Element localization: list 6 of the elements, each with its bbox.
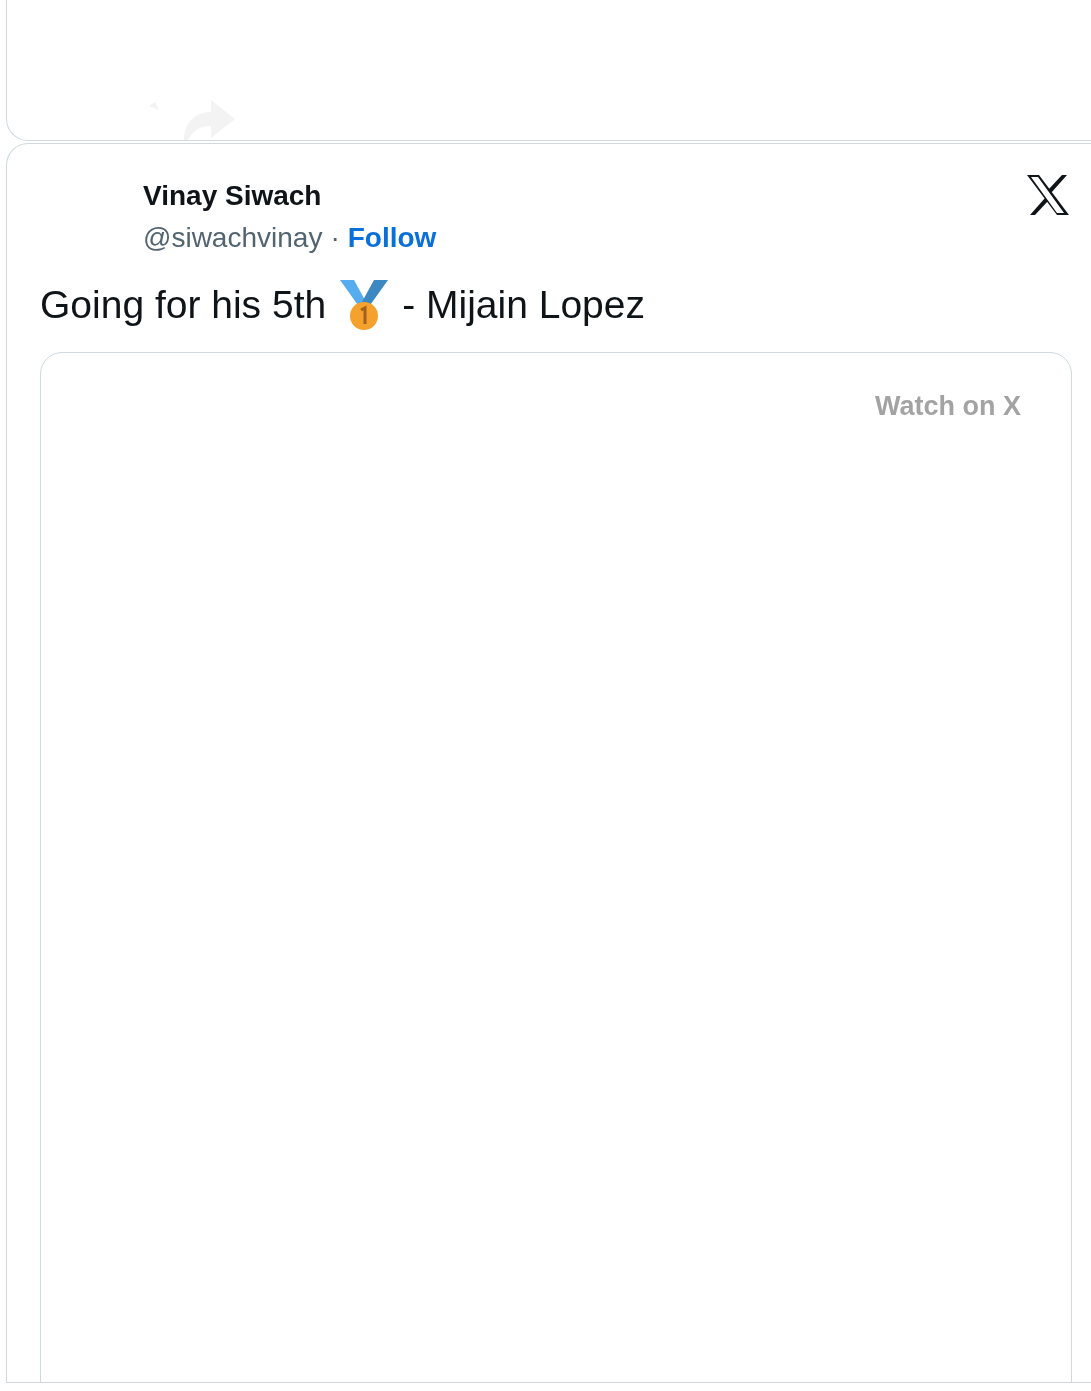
follow-link[interactable]: Follow xyxy=(347,222,437,254)
watch-on-x-link[interactable]: Watch on X xyxy=(875,391,1021,422)
author-handle: @siwachvinay xyxy=(143,222,323,254)
tweet-text: Going for his 5th - Mijain Lopez xyxy=(40,280,1091,330)
separator-dot: · xyxy=(330,222,340,254)
author-name: Vinay Siwach xyxy=(143,180,323,213)
